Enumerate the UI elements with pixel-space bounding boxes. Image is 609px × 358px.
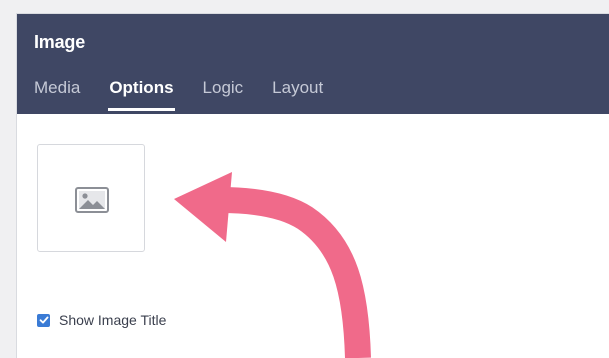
tab-layout[interactable]: Layout bbox=[272, 78, 323, 98]
show-image-title-label: Show Image Title bbox=[59, 312, 167, 328]
image-placeholder-icon bbox=[75, 187, 109, 218]
tab-logic[interactable]: Logic bbox=[203, 78, 244, 98]
panel-header: Image Media Options Logic Layout bbox=[17, 14, 609, 114]
checkmark-icon bbox=[39, 316, 48, 324]
tab-media[interactable]: Media bbox=[34, 78, 80, 98]
tab-options[interactable]: Options bbox=[108, 78, 175, 111]
show-image-title-option: Show Image Title bbox=[37, 312, 166, 328]
show-image-title-checkbox[interactable] bbox=[37, 313, 50, 327]
panel-title: Image bbox=[34, 32, 86, 52]
tab-bar: Media Options Logic Layout bbox=[34, 78, 352, 111]
page: Image Media Options Logic Layout Show Im… bbox=[0, 0, 609, 358]
image-thumbnail-upload[interactable] bbox=[37, 144, 145, 252]
image-settings-panel: Image Media Options Logic Layout Show Im… bbox=[16, 13, 609, 358]
